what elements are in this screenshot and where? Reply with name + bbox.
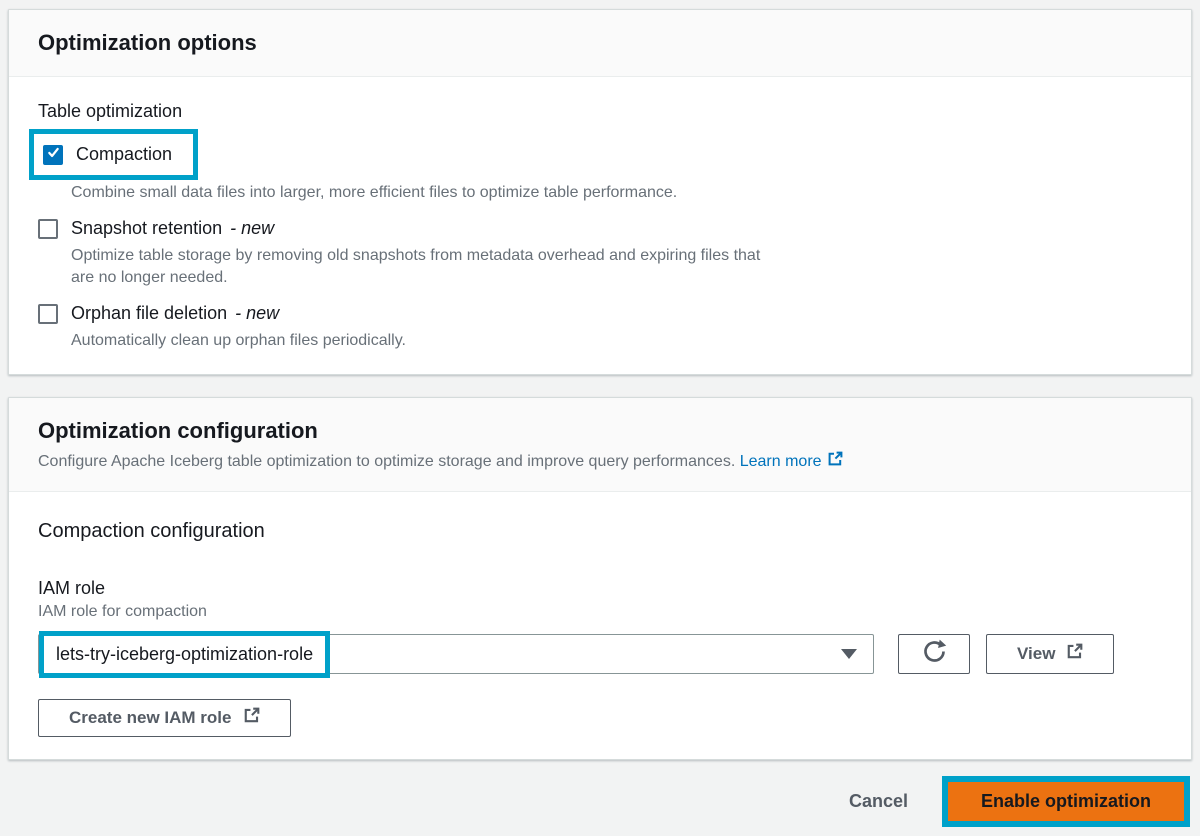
external-link-icon bbox=[1066, 643, 1083, 665]
orphan-file-deletion-option-description: Automatically clean up orphan files peri… bbox=[71, 330, 1162, 352]
checkmark-icon bbox=[47, 146, 60, 164]
learn-more-link[interactable]: Learn more bbox=[740, 451, 843, 473]
configuration-description-text: Configure Apache Iceberg table optimizat… bbox=[38, 453, 735, 470]
optimization-options-card: Optimization options Table optimization … bbox=[8, 9, 1192, 375]
iam-role-annotation-highlight: lets-try-iceberg-optimization-role bbox=[39, 631, 330, 678]
refresh-icon bbox=[921, 638, 948, 670]
compaction-configuration-title: Compaction configuration bbox=[38, 518, 1162, 544]
optimization-configuration-description: Configure Apache Iceberg table optimizat… bbox=[38, 451, 1162, 473]
snapshot-retention-checkbox[interactable] bbox=[38, 219, 58, 239]
table-optimization-label: Table optimization bbox=[38, 101, 1162, 122]
compaction-annotation-highlight: Compaction bbox=[29, 129, 198, 180]
snapshot-retention-option-row[interactable]: Snapshot retention - new bbox=[38, 216, 1162, 241]
enable-optimization-annotation-highlight: Enable optimization bbox=[942, 776, 1190, 827]
enable-optimization-button[interactable]: Enable optimization bbox=[948, 782, 1184, 821]
optimization-configuration-body: Compaction configuration IAM role IAM ro… bbox=[9, 492, 1191, 759]
cancel-button[interactable]: Cancel bbox=[849, 791, 908, 812]
iam-role-label: IAM role bbox=[38, 578, 1162, 599]
snapshot-retention-option-label: Snapshot retention bbox=[71, 216, 222, 241]
learn-more-label: Learn more bbox=[740, 452, 822, 472]
iam-role-selected-value: lets-try-iceberg-optimization-role bbox=[56, 644, 313, 664]
external-link-icon bbox=[243, 707, 260, 729]
orphan-file-deletion-option-label: Orphan file deletion bbox=[71, 301, 227, 326]
optimization-options-body: Table optimization Compaction Combine sm… bbox=[9, 77, 1191, 374]
compaction-option-label: Compaction bbox=[76, 142, 172, 167]
compaction-checkbox[interactable] bbox=[43, 145, 63, 165]
orphan-file-deletion-option-row[interactable]: Orphan file deletion - new bbox=[38, 301, 1162, 326]
view-button-label: View bbox=[1017, 644, 1055, 664]
optimization-configuration-title: Optimization configuration bbox=[38, 416, 1162, 446]
view-role-button[interactable]: View bbox=[986, 634, 1114, 674]
create-iam-role-button[interactable]: Create new IAM role bbox=[38, 699, 291, 737]
optimization-configuration-card: Optimization configuration Configure Apa… bbox=[8, 397, 1192, 760]
footer-actions: Cancel Enable optimization bbox=[8, 776, 1192, 827]
iam-role-select[interactable]: lets-try-iceberg-optimization-role bbox=[38, 634, 874, 674]
orphan-file-deletion-option-suffix: - new bbox=[235, 301, 279, 326]
optimization-options-title: Optimization options bbox=[38, 28, 1162, 58]
chevron-down-icon bbox=[841, 649, 857, 659]
create-iam-role-button-label: Create new IAM role bbox=[69, 708, 232, 728]
page: Optimization options Table optimization … bbox=[0, 0, 1200, 836]
iam-role-select-row: lets-try-iceberg-optimization-role View bbox=[38, 634, 1162, 674]
refresh-button[interactable] bbox=[898, 634, 970, 674]
external-link-icon bbox=[827, 451, 843, 473]
snapshot-retention-option-description: Optimize table storage by removing old s… bbox=[71, 245, 1162, 289]
orphan-file-deletion-checkbox[interactable] bbox=[38, 304, 58, 324]
snapshot-retention-option-suffix: - new bbox=[230, 216, 274, 241]
iam-role-help-text: IAM role for compaction bbox=[38, 602, 1162, 621]
optimization-options-header: Optimization options bbox=[9, 10, 1191, 77]
compaction-option-description: Combine small data files into larger, mo… bbox=[71, 182, 1162, 204]
optimization-configuration-header: Optimization configuration Configure Apa… bbox=[9, 398, 1191, 492]
compaction-option-row[interactable]: Compaction bbox=[43, 142, 180, 167]
